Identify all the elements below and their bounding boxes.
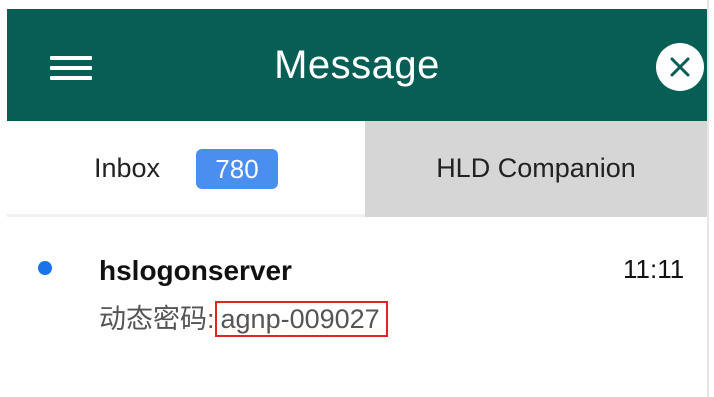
scrollbar-track[interactable] [707,0,714,397]
tab-bar: Inbox 780 HLD Companion [7,121,707,217]
close-icon [670,57,690,77]
app-header: Message [7,9,707,121]
tab-hld-companion-label: HLD Companion [436,153,636,183]
message-list-item[interactable]: hslogonserver 11:11 动态密码: agnp-009027 [7,217,707,397]
tab-hld-companion[interactable]: HLD Companion [365,121,707,217]
close-button[interactable] [656,43,704,91]
tab-inbox[interactable]: Inbox 780 [7,121,365,217]
highlighted-code: agnp-009027 [214,301,388,337]
unread-indicator-dot [38,261,52,275]
preview-prefix: 动态密码: [99,304,215,334]
message-sender: hslogonserver [99,255,292,286]
tab-inbox-label: Inbox [94,153,161,183]
unread-count-badge: 780 [196,149,278,189]
message-time: 11:11 [623,254,685,284]
left-frame-edge [0,0,7,397]
message-preview: 动态密码: agnp-009027 [99,301,388,337]
page-title: Message [274,43,440,87]
